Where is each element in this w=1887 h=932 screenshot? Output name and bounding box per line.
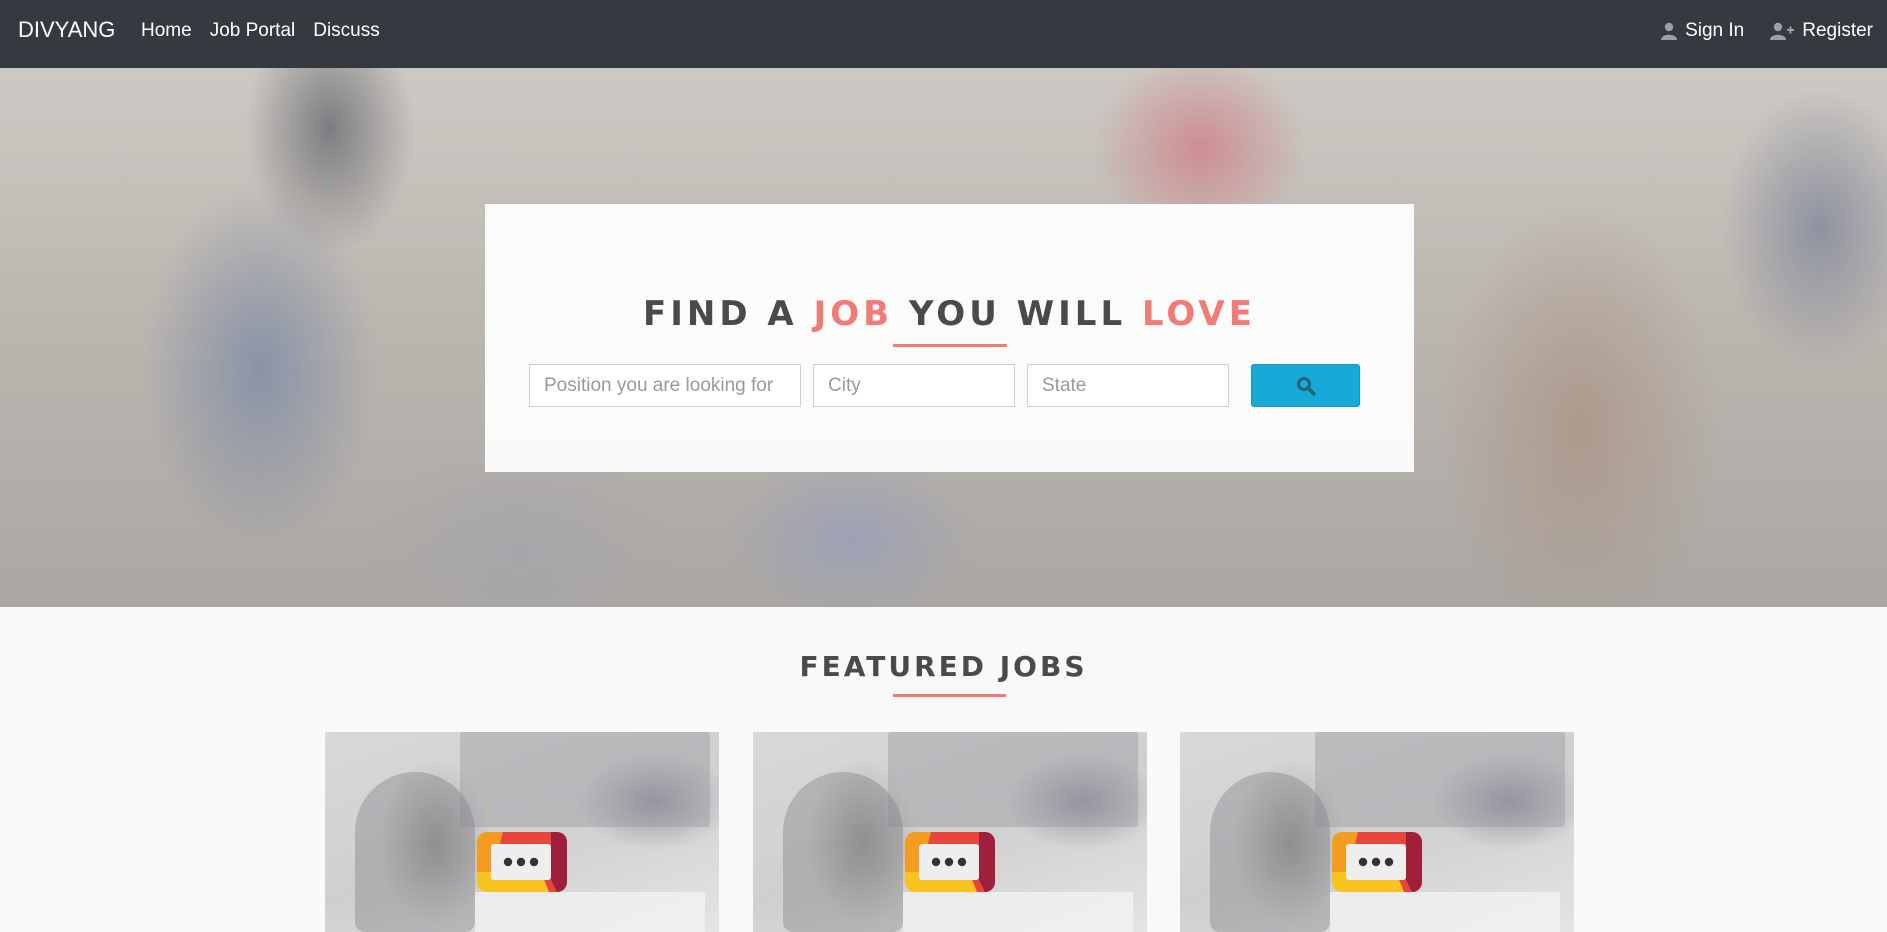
card-image-keyboard bbox=[1330, 892, 1560, 932]
user-plus-icon bbox=[1770, 22, 1795, 40]
card-image-keyboard bbox=[475, 892, 705, 932]
search-icon bbox=[1296, 376, 1316, 396]
nav-link-job-portal[interactable]: Job Portal bbox=[210, 20, 296, 42]
sign-in-label: Sign In bbox=[1685, 20, 1745, 41]
job-card[interactable] bbox=[753, 732, 1147, 932]
featured-jobs-underline bbox=[893, 694, 1006, 697]
card-image-monitor bbox=[460, 732, 710, 827]
hero-title-part-1: FIND A bbox=[643, 294, 814, 334]
auth-links: Sign In Register bbox=[1661, 20, 1873, 42]
user-icon bbox=[1661, 22, 1678, 40]
job-card[interactable] bbox=[325, 732, 719, 932]
hero-title-part-3: YOU WILL bbox=[893, 294, 1142, 334]
hero-title-part-job: JOB bbox=[813, 294, 894, 334]
card-image-keyboard bbox=[903, 892, 1133, 932]
nav-links: Home Job Portal Discuss bbox=[141, 20, 380, 42]
search-button[interactable] bbox=[1251, 364, 1360, 407]
card-image-monitor bbox=[888, 732, 1138, 827]
job-card[interactable] bbox=[1180, 732, 1574, 932]
top-navbar: DIVYANG Home Job Portal Discuss Sign In … bbox=[0, 0, 1887, 68]
chat-bubble-logo-icon bbox=[1332, 832, 1422, 892]
register-label: Register bbox=[1802, 20, 1873, 41]
chat-bubble-logo-icon bbox=[477, 832, 567, 892]
nav-link-home[interactable]: Home bbox=[141, 20, 192, 42]
sign-in-link[interactable]: Sign In bbox=[1661, 20, 1744, 42]
chat-bubble-logo-icon bbox=[905, 832, 995, 892]
city-input[interactable] bbox=[813, 364, 1015, 407]
job-search-card: FIND A JOB YOU WILL LOVE bbox=[485, 204, 1414, 472]
hero-title-underline bbox=[893, 344, 1007, 347]
featured-jobs-heading: FEATURED JOBS bbox=[799, 650, 1088, 683]
hero-banner: FIND A JOB YOU WILL LOVE bbox=[0, 68, 1887, 607]
card-image-person bbox=[1210, 772, 1330, 932]
card-image-monitor bbox=[1315, 732, 1565, 827]
card-image-person bbox=[783, 772, 903, 932]
state-input[interactable] bbox=[1027, 364, 1229, 407]
search-form bbox=[529, 364, 1360, 407]
nav-link-discuss[interactable]: Discuss bbox=[313, 20, 380, 42]
register-link[interactable]: Register bbox=[1770, 20, 1873, 42]
hero-title: FIND A JOB YOU WILL LOVE bbox=[485, 294, 1414, 334]
position-input[interactable] bbox=[529, 364, 801, 407]
brand-logo[interactable]: DIVYANG bbox=[18, 17, 115, 43]
card-image-person bbox=[355, 772, 475, 932]
hero-title-part-love: LOVE bbox=[1141, 294, 1256, 334]
